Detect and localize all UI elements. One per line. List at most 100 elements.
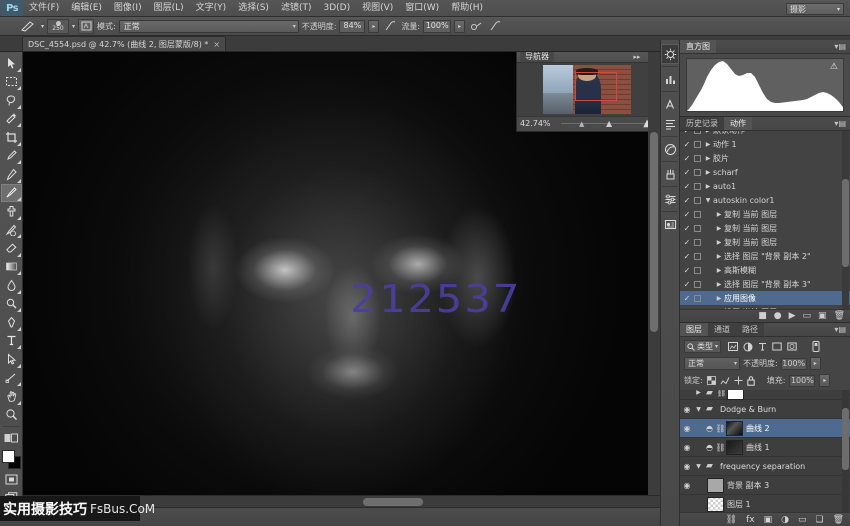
zoom-out-icon[interactable]: ▲ xyxy=(579,120,584,128)
action-row[interactable]: ✓ ▶ scharf xyxy=(680,165,850,179)
action-dialog-toggle-icon[interactable] xyxy=(692,295,703,302)
clone-stamp-tool[interactable] xyxy=(1,202,22,221)
play-icon[interactable]: ▶ xyxy=(789,311,796,321)
brush-size-chevron-icon[interactable]: ▾ xyxy=(72,23,75,30)
disclosure-triangle-icon[interactable]: ▶ xyxy=(703,131,713,134)
action-row[interactable]: ✓ ▶ 选择 图层 "背景 副本 2" xyxy=(680,249,850,263)
history-brush-tool[interactable] xyxy=(1,221,22,240)
disclosure-triangle-icon[interactable]: ▶ xyxy=(694,390,703,396)
dock-info-icon[interactable] xyxy=(661,214,679,234)
action-row[interactable]: ✓ ▶ 设置 当前 图层 xyxy=(680,305,850,309)
action-dialog-toggle-icon[interactable] xyxy=(692,131,703,134)
menu-3d[interactable]: 3D(D) xyxy=(317,0,356,16)
dock-paragraph-icon[interactable] xyxy=(661,114,679,134)
dock-adjustments-icon[interactable] xyxy=(661,44,679,64)
action-row[interactable]: ✓ ▶ 选择 图层 "背景 副本 3" xyxy=(680,277,850,291)
group-icon[interactable]: ▭ xyxy=(798,515,807,525)
marquee-tool[interactable] xyxy=(1,73,22,92)
opacity-input[interactable]: 84% xyxy=(339,20,365,33)
navigator-view-box[interactable] xyxy=(575,72,617,101)
zoom-tool[interactable] xyxy=(1,406,22,425)
layer-row[interactable]: ◉ ◓ ⛓ 曲线 2 xyxy=(680,419,850,438)
action-toggle-icon[interactable]: ✓ xyxy=(682,238,692,247)
scrollbar-thumb[interactable] xyxy=(842,179,849,267)
pen-tool[interactable] xyxy=(1,313,22,332)
action-row[interactable]: ✓ ▶ 高斯模糊 xyxy=(680,263,850,277)
disclosure-triangle-icon[interactable]: ▼ xyxy=(694,463,703,470)
workspace-selector[interactable]: 摄影 ▾ xyxy=(786,3,844,15)
layer-fill-value[interactable]: 100% xyxy=(789,375,815,387)
disclosure-triangle-icon[interactable]: ▶ xyxy=(703,183,713,190)
brush-tool-icon[interactable] xyxy=(18,19,38,34)
hand-tool[interactable] xyxy=(1,387,22,406)
layer-opacity-value[interactable]: 100% xyxy=(781,358,807,370)
action-toggle-icon[interactable]: ✓ xyxy=(682,210,692,219)
layer-row[interactable]: ◉ ◓ ⛓ 曲线 1 xyxy=(680,438,850,457)
disclosure-triangle-icon[interactable]: ▶ xyxy=(714,253,724,260)
brush-panel-toggle[interactable] xyxy=(78,19,94,34)
brush-size-picker[interactable]: 250 xyxy=(47,19,69,34)
action-row[interactable]: ✓ ▶ 胶片 xyxy=(680,151,850,165)
lasso-tool[interactable] xyxy=(1,91,22,110)
path-selection-tool[interactable] xyxy=(1,350,22,369)
scrollbar-thumb[interactable] xyxy=(363,498,423,506)
menu-image[interactable]: 图像(I) xyxy=(108,0,148,16)
disclosure-triangle-icon[interactable]: ▶ xyxy=(703,155,713,162)
flow-stepper[interactable]: ▸ xyxy=(454,20,465,33)
delete-icon[interactable]: 🗑 xyxy=(834,311,845,321)
action-toggle-icon[interactable]: ✓ xyxy=(682,224,692,233)
action-row[interactable]: ✓ ▶ 复制 当前 图层 xyxy=(680,207,850,221)
adjustment-icon[interactable]: ◑ xyxy=(781,515,789,525)
tab-channels[interactable]: 通道 xyxy=(708,323,736,336)
slider-handle[interactable]: ▲ xyxy=(606,119,612,128)
document-canvas[interactable]: 212537 POCO 摄影专题 http://photo.poco.cn/ 导… xyxy=(23,52,660,507)
dock-properties-icon[interactable] xyxy=(661,189,679,209)
disclosure-triangle-icon[interactable]: ▶ xyxy=(714,225,724,232)
disclosure-triangle-icon[interactable]: ▶ xyxy=(703,141,713,148)
layer-mask-thumbnail[interactable] xyxy=(727,390,744,400)
canvas-vertical-scrollbar[interactable] xyxy=(648,52,660,495)
link-icon[interactable]: ⛓ xyxy=(715,424,726,433)
menu-edit[interactable]: 编辑(E) xyxy=(65,0,108,16)
action-toggle-icon[interactable]: ✓ xyxy=(682,182,692,191)
quick-mask-mode-icon[interactable] xyxy=(1,470,22,489)
action-dialog-toggle-icon[interactable] xyxy=(692,141,703,148)
layer-blend-mode-select[interactable]: 正常 ▾ xyxy=(684,357,740,370)
crop-tool[interactable] xyxy=(1,128,22,147)
airbrush-icon[interactable] xyxy=(468,19,484,34)
disclosure-triangle-icon[interactable]: ▶ xyxy=(714,211,724,218)
layer-row[interactable]: ◉ 背景 副本 3 xyxy=(680,476,850,495)
brush-preset-chevron-icon[interactable]: ▾ xyxy=(41,23,44,30)
foreground-color-swatch[interactable] xyxy=(2,450,15,463)
action-dialog-toggle-icon[interactable] xyxy=(692,267,703,274)
action-toggle-icon[interactable]: ✓ xyxy=(682,266,692,275)
action-row[interactable]: ✓ ▶ 复制 当前 图层 xyxy=(680,221,850,235)
tab-layers[interactable]: 图层 xyxy=(680,323,708,336)
panel-menu-icon[interactable]: ▾▤ xyxy=(830,323,850,336)
histogram-warning-icon[interactable]: ⚠ xyxy=(830,62,838,72)
airbrush-pressure-opacity-icon[interactable] xyxy=(382,19,398,34)
flow-input[interactable]: 100% xyxy=(423,20,451,33)
action-toggle-icon[interactable]: ✓ xyxy=(682,280,692,289)
action-toggle-icon[interactable]: ✓ xyxy=(682,196,692,205)
action-row[interactable]: ✓ ▼ autoskin color1 xyxy=(680,193,850,207)
action-dialog-toggle-icon[interactable] xyxy=(692,281,703,288)
mask-icon[interactable]: ▣ xyxy=(764,515,773,525)
disclosure-triangle-icon[interactable]: ▼ xyxy=(703,197,713,204)
layer-filter-select[interactable]: 类型 ▾ xyxy=(684,340,721,353)
new-set-icon[interactable]: ▭ xyxy=(803,311,812,321)
shape-tool[interactable] xyxy=(1,369,22,388)
disclosure-triangle-icon[interactable]: ▼ xyxy=(694,406,703,413)
layer-row[interactable]: ◉ ▼ ▰ frequency separation xyxy=(680,457,850,476)
layer-row[interactable]: ▶ ▰ ⛓ xyxy=(680,390,850,400)
histogram-graph[interactable]: ⚠ xyxy=(686,58,844,112)
navigator-panel[interactable]: 导航器 ▸▸ ▤ 42.74% xyxy=(516,52,658,132)
panel-menu-icon[interactable]: ▾▤ xyxy=(830,117,850,130)
document-tab[interactable]: DSC_4554.psd @ 42.7% (曲线 2, 图层蒙版/8) * × xyxy=(22,36,226,51)
tab-history[interactable]: 历史记录 xyxy=(680,117,724,130)
pressure-size-icon[interactable] xyxy=(487,19,503,34)
action-row[interactable]: ✓ ▶ 复制 当前 图层 xyxy=(680,235,850,249)
blend-mode-select[interactable]: 正常 ▾ xyxy=(119,20,299,33)
layer-thumbnail[interactable] xyxy=(707,478,724,493)
menu-window[interactable]: 窗口(W) xyxy=(399,0,445,16)
